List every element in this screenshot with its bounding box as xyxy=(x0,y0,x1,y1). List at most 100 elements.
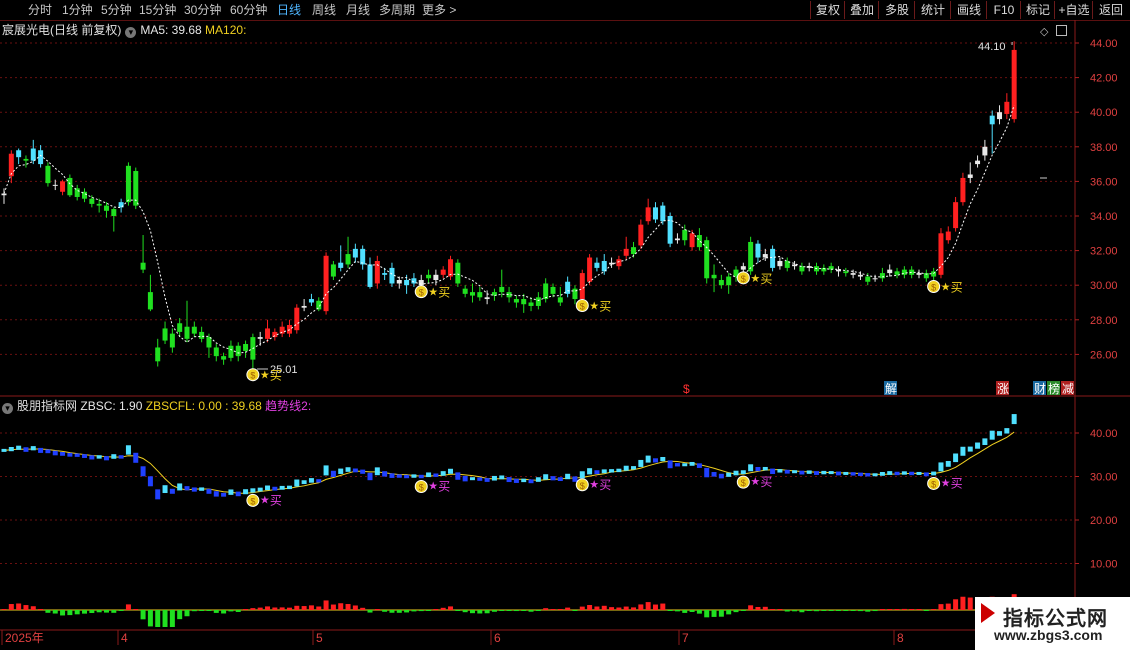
oscillator-bar xyxy=(316,606,322,610)
indicator-bar xyxy=(755,467,761,472)
oscillator-bar xyxy=(587,605,593,610)
oscillator-bar xyxy=(740,610,746,611)
oscillator-bar xyxy=(418,610,424,612)
indicator-bar xyxy=(213,491,219,497)
indicator-bar xyxy=(923,472,929,477)
candle-body xyxy=(257,337,263,339)
oscillator-bar xyxy=(543,608,549,610)
sub-buy-star-icon: ★ xyxy=(941,477,951,489)
sub-buy-dollar-icon: $ xyxy=(419,483,424,493)
candle-body xyxy=(125,165,131,203)
zbsc-label: ZBSC: 1.90 xyxy=(80,399,143,413)
oscillator-bar xyxy=(601,605,607,610)
indicator-bar xyxy=(682,463,688,467)
oscillator-bar xyxy=(806,610,812,611)
candle-body xyxy=(440,269,446,275)
indicator-bar xyxy=(1011,414,1017,425)
indicator-bar xyxy=(806,470,812,474)
oscillator-bar xyxy=(506,610,512,611)
main-y-tick-label: 30.00 xyxy=(1090,280,1118,292)
indicator-bar xyxy=(879,471,885,476)
indicator-bar xyxy=(352,468,358,473)
candle-body xyxy=(243,344,249,351)
oscillator-bar xyxy=(191,610,197,612)
candle-body xyxy=(45,165,51,184)
oscillator-bar xyxy=(45,610,51,613)
indicator-name[interactable]: 股朋指标网 xyxy=(17,399,77,413)
oscillator-bar xyxy=(938,604,944,610)
main-y-tick-label: 26.00 xyxy=(1090,349,1118,361)
oscillator-bar xyxy=(594,606,600,610)
candle-body xyxy=(235,345,241,357)
candle-body xyxy=(382,273,388,275)
indicator-bar xyxy=(448,468,454,474)
indicator-bar xyxy=(257,487,263,492)
indicator-bar xyxy=(345,467,351,472)
indicator-bar xyxy=(1004,428,1010,434)
indicator-bar xyxy=(645,455,651,463)
candle-body xyxy=(462,288,468,294)
oscillator-bar xyxy=(360,607,366,610)
buy-dollar-icon: $ xyxy=(931,282,936,292)
indicator-bar xyxy=(499,475,505,480)
oscillator-bar xyxy=(1,609,7,610)
oscillator-bar xyxy=(674,610,680,612)
indicator-bar xyxy=(30,446,36,451)
candle-body xyxy=(67,177,73,196)
buy-star-icon: ★ xyxy=(428,287,438,299)
main-y-tick-label: 38.00 xyxy=(1090,142,1118,154)
indicator-bar xyxy=(601,469,607,474)
diamond-icon[interactable]: ◇ xyxy=(1040,26,1048,38)
oscillator-bar xyxy=(835,610,841,611)
candle-body xyxy=(960,177,966,203)
candle-body xyxy=(103,205,109,211)
indicator-bar xyxy=(279,485,285,490)
window-toggle-icon[interactable] xyxy=(1055,25,1067,36)
indicator-settings-icon[interactable]: ▾ xyxy=(2,403,13,414)
indicator-bar xyxy=(111,454,117,459)
candle-body xyxy=(916,273,922,275)
event-marker-1: 解 xyxy=(885,382,897,396)
oscillator-bar xyxy=(235,610,241,612)
indicator-bar xyxy=(23,447,29,452)
indicator-bar xyxy=(623,465,629,471)
indicator-bar xyxy=(133,452,139,463)
candle-body xyxy=(140,262,146,270)
oscillator-bar xyxy=(491,610,497,612)
sub-buy-star-icon: ★ xyxy=(428,481,438,493)
oscillator-bar xyxy=(792,610,798,612)
indicator-bar xyxy=(711,472,717,477)
indicator-bar xyxy=(455,472,461,480)
oscillator-bar xyxy=(308,605,314,610)
oscillator-bar xyxy=(726,610,732,615)
candle-body xyxy=(931,271,937,277)
candle-body xyxy=(213,347,219,357)
indicator-bar xyxy=(45,449,51,454)
candle-body xyxy=(696,235,702,248)
indicator-bar xyxy=(850,472,856,476)
indicator-bar xyxy=(982,438,988,445)
candle-body xyxy=(162,328,168,341)
oscillator-bar xyxy=(718,610,724,617)
high-price-label: 44.10 xyxy=(978,41,1006,53)
indicator-bar xyxy=(52,450,58,456)
oscillator-bar xyxy=(850,610,856,611)
indicator-bar xyxy=(748,464,754,472)
ma-settings-icon[interactable]: ▾ xyxy=(125,27,137,38)
oscillator-bar xyxy=(477,610,483,614)
indicator-bar xyxy=(521,478,527,483)
candle-body xyxy=(411,278,417,284)
candle-body xyxy=(177,323,183,332)
candle-body xyxy=(850,273,856,275)
candle-body xyxy=(228,345,234,358)
indicator-bar xyxy=(426,472,432,478)
indicator-bar xyxy=(784,469,790,474)
oscillator-bar xyxy=(462,610,468,613)
stock-name[interactable]: 宸展光电(日线 前复权) xyxy=(2,23,121,37)
indicator-bar xyxy=(660,457,666,462)
kline-chart[interactable]: 44.00 42.00 40.00 38.00 36.00 34.00 32.00 30.00… xyxy=(0,0,1130,650)
oscillator-bar xyxy=(433,609,439,610)
oscillator-bar xyxy=(125,604,131,610)
oscillator-bar xyxy=(206,610,212,611)
candle-body xyxy=(843,271,849,274)
